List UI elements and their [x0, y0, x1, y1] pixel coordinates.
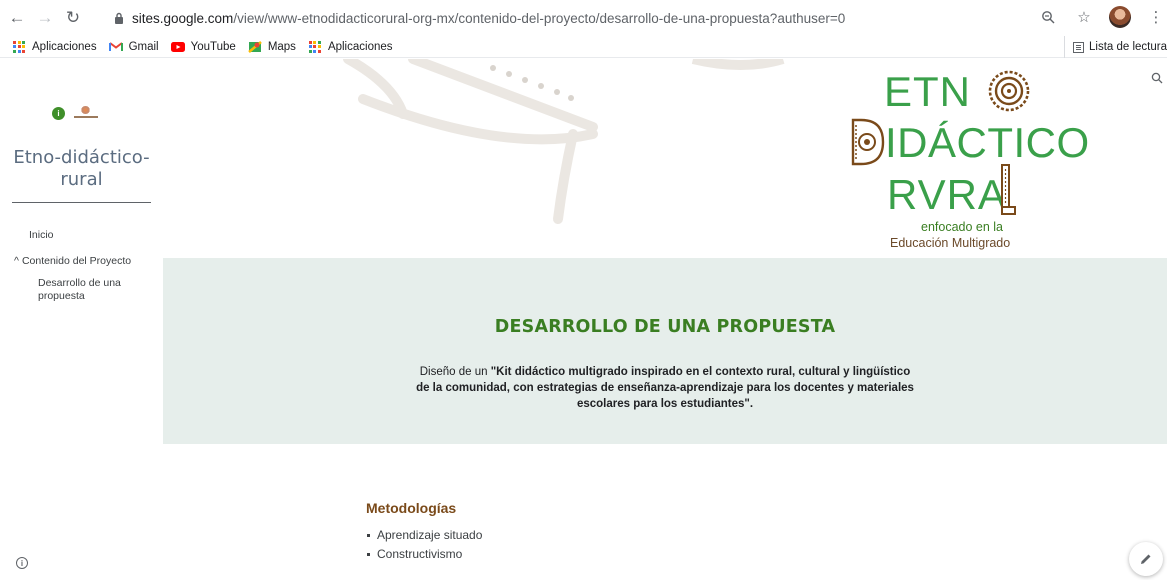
logo-line-3: RVRA: [887, 171, 1007, 218]
address-bar[interactable]: sites.google.com/view/www-etnodidacticor…: [112, 4, 1092, 32]
logo-line-1: ETN: [884, 68, 971, 115]
url-path: /view/www-etnodidacticorural-org-mx/cont…: [233, 10, 846, 26]
sidebar-item-label: Contenido del Proyecto: [21, 255, 132, 267]
menu-kebab-icon[interactable]: ⋮: [1145, 6, 1167, 28]
edit-button[interactable]: [1129, 542, 1163, 576]
partner-logo-icon: [74, 106, 98, 120]
gmail-icon: [108, 41, 123, 53]
bookmark-label: Maps: [267, 40, 296, 53]
bookmark-apps[interactable]: Aplicaciones: [12, 40, 97, 53]
bookmark-apps-2[interactable]: Aplicaciones: [308, 40, 393, 53]
sidebar-item-contenido[interactable]: ^ Contenido del Proyecto: [14, 255, 131, 267]
page-title: DESARROLLO DE UNA PROPUESTA: [494, 317, 836, 337]
info-icon[interactable]: i: [16, 557, 28, 569]
intro-band: DESARROLLO DE UNA PROPUESTA Diseño de un…: [163, 258, 1167, 444]
reading-list-icon: [1073, 41, 1084, 53]
reload-icon[interactable]: ↻: [62, 7, 84, 29]
bookmark-label: YouTube: [190, 40, 236, 53]
url-host: sites.google.com: [132, 10, 234, 26]
metodologias-list: Aprendizaje situado Constructivismo: [366, 528, 482, 566]
back-arrow-icon[interactable]: ←: [6, 7, 28, 29]
logo-tagline-2: Educación Multigrado: [890, 236, 1011, 250]
etno-didactico-logo: ETN IDÁCTICO RVRA enfocado en la Educaci…: [847, 59, 1089, 258]
reading-list-button[interactable]: Lista de lectura: [1064, 36, 1167, 58]
list-item: Constructivismo: [366, 547, 482, 566]
sidebar-item-desarrollo[interactable]: Desarrollo de una propuesta: [38, 277, 148, 303]
section-heading-metodologias: Metodologías: [366, 500, 457, 516]
url-text[interactable]: sites.google.com/view/www-etnodidacticor…: [132, 11, 845, 26]
list-item: Aprendizaje situado: [366, 528, 482, 547]
logo-line-2: IDÁCTICO: [885, 119, 1090, 166]
site-logo-icon[interactable]: i: [52, 106, 65, 120]
main-content: ETN IDÁCTICO RVRA enfocado en la Educaci…: [163, 59, 1167, 580]
intro-paragraph: Diseño de un "Kit didáctico multigrado i…: [413, 364, 917, 412]
lock-icon[interactable]: [112, 11, 126, 25]
spiral-icon: [988, 70, 1030, 112]
search-icon[interactable]: [1151, 72, 1163, 87]
apps-grid-icon: [308, 40, 322, 53]
logo-tagline-1: enfocado en la: [921, 220, 1004, 234]
sidebar-item-inicio[interactable]: Inicio: [29, 229, 54, 241]
bookmark-gmail[interactable]: Gmail: [108, 40, 159, 53]
bookmark-maps[interactable]: Maps: [248, 41, 296, 53]
browser-toolbar: ← → ↻ sites.google.com/view/www-etnodida…: [0, 0, 1167, 36]
site-title[interactable]: Etno-didáctico-rural: [0, 147, 163, 191]
youtube-icon: [170, 41, 185, 53]
profile-avatar[interactable]: [1109, 6, 1131, 28]
apps-grid-icon: [12, 40, 26, 53]
bookmark-label: Aplicaciones: [32, 40, 97, 53]
site-sidebar: i Etno-didáctico-rural Inicio ^ Contenido…: [0, 59, 163, 580]
zoom-icon[interactable]: [1037, 6, 1059, 28]
chevron-up-icon[interactable]: ^: [14, 255, 19, 267]
hero-banner: ETN IDÁCTICO RVRA enfocado en la Educaci…: [163, 59, 1167, 258]
bookmark-star-icon[interactable]: ☆: [1073, 6, 1095, 28]
bookmark-youtube[interactable]: YouTube: [170, 40, 236, 53]
bookmarks-bar: Aplicaciones Gmail YouTube Maps Aplicaci…: [0, 36, 1167, 58]
reading-list-label: Lista de lectura: [1089, 41, 1167, 53]
logo-letter-d-icon: [851, 118, 885, 166]
logo-letter-l-icon: [1001, 164, 1016, 215]
intro-lead: Diseño de un: [419, 366, 491, 378]
forward-arrow-icon[interactable]: →: [34, 7, 56, 29]
sidebar-logos: i: [52, 106, 98, 120]
maps-icon: [248, 40, 262, 53]
intro-bold: "Kit didáctico multigrado inspirado en e…: [416, 366, 914, 410]
bookmark-label: Gmail: [128, 40, 159, 53]
bookmark-label: Aplicaciones: [327, 40, 393, 53]
pencil-icon: [1141, 554, 1151, 564]
sidebar-divider: [12, 202, 151, 203]
